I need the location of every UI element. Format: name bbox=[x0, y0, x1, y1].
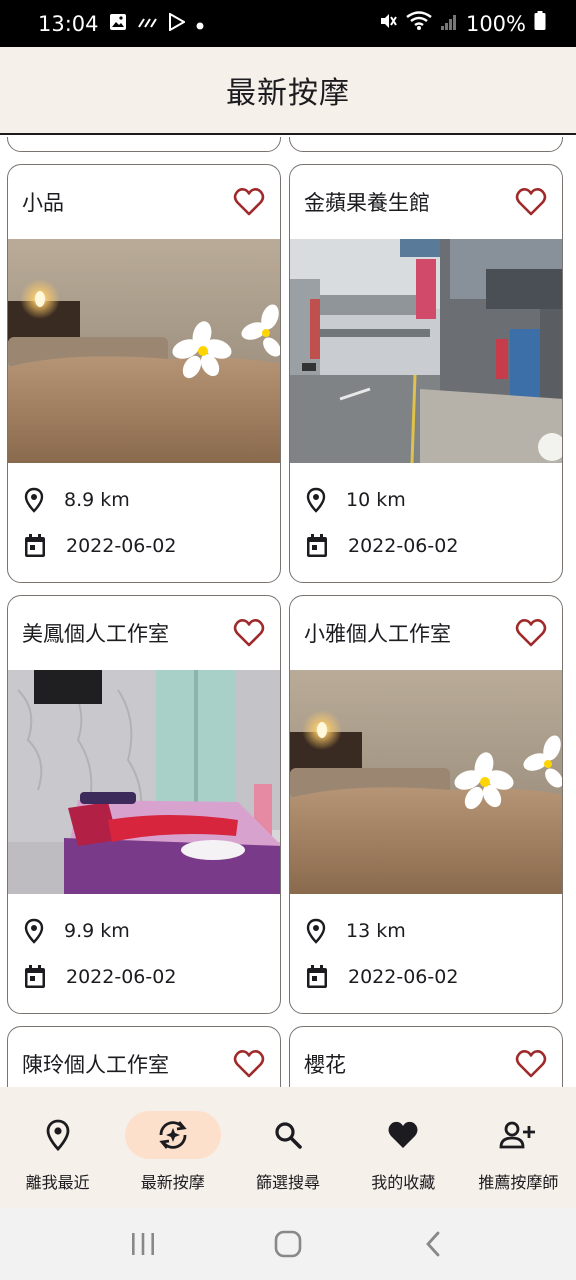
shop-name: 美鳳個人工作室 bbox=[22, 622, 169, 646]
refresh-sparkle-icon bbox=[159, 1121, 187, 1149]
shop-card[interactable]: 金蘋果養生館 10 km 2022-06-02 bbox=[289, 164, 563, 583]
favorite-heart-icon[interactable] bbox=[232, 185, 266, 219]
distance-text: 9.9 km bbox=[64, 920, 130, 942]
location-pin-icon bbox=[24, 487, 44, 513]
shop-card[interactable]: 陳玲個人工作室 bbox=[7, 1026, 281, 1087]
favorite-heart-icon[interactable] bbox=[514, 616, 548, 650]
date-text: 2022-06-02 bbox=[66, 535, 177, 557]
distance-text: 10 km bbox=[346, 489, 406, 511]
battery-icon bbox=[534, 11, 546, 36]
partial-card-top-right[interactable] bbox=[289, 137, 563, 152]
favorite-heart-icon[interactable] bbox=[514, 185, 548, 219]
distance-text: 8.9 km bbox=[64, 489, 130, 511]
shop-name: 小雅個人工作室 bbox=[304, 622, 451, 646]
shop-name: 櫻花 bbox=[304, 1053, 346, 1077]
gallery-icon bbox=[109, 12, 127, 36]
app-bar: 最新按摩 bbox=[0, 47, 576, 135]
date-text: 2022-06-02 bbox=[66, 966, 177, 988]
shop-name: 陳玲個人工作室 bbox=[22, 1053, 169, 1077]
wifi-icon bbox=[406, 11, 432, 36]
nav-item-filter-search[interactable]: 篩選搜尋 bbox=[230, 1087, 345, 1208]
shop-photo-massage-room bbox=[8, 670, 280, 894]
signal-wave-icon bbox=[137, 12, 159, 36]
system-navigation-bar bbox=[0, 1208, 576, 1280]
home-icon[interactable] bbox=[258, 1224, 318, 1264]
shop-name: 金蘋果養生館 bbox=[304, 191, 430, 215]
calendar-icon bbox=[307, 965, 327, 988]
play-store-icon bbox=[168, 11, 186, 36]
shop-card[interactable]: 櫻花 bbox=[289, 1026, 563, 1087]
status-time: 13:04 bbox=[38, 11, 99, 36]
date-text: 2022-06-02 bbox=[348, 966, 459, 988]
massage-list[interactable]: 小品 8.9 km 2022-06-02 金蘋果養生館 10 km 2022-0… bbox=[0, 137, 576, 1087]
calendar-icon bbox=[25, 965, 45, 988]
nav-item-nearby[interactable]: 離我最近 bbox=[0, 1087, 115, 1208]
page-title: 最新按摩 bbox=[226, 76, 350, 111]
dot-icon bbox=[195, 12, 205, 36]
heart-filled-icon bbox=[388, 1121, 418, 1148]
favorite-heart-icon[interactable] bbox=[232, 616, 266, 650]
search-icon bbox=[275, 1122, 302, 1149]
mute-icon bbox=[378, 11, 398, 36]
nav-label: 離我最近 bbox=[25, 1173, 90, 1192]
recent-apps-icon[interactable] bbox=[113, 1224, 173, 1264]
nav-label: 最新按摩 bbox=[140, 1173, 205, 1192]
favorite-heart-icon[interactable] bbox=[514, 1047, 548, 1081]
shop-card[interactable]: 小雅個人工作室 13 km 2022-06-02 bbox=[289, 595, 563, 1014]
favorite-heart-icon[interactable] bbox=[232, 1047, 266, 1081]
shop-photo-spa-candle-flowers bbox=[8, 239, 280, 463]
date-text: 2022-06-02 bbox=[348, 535, 459, 557]
shop-name: 小品 bbox=[22, 191, 64, 215]
distance-text: 13 km bbox=[346, 920, 406, 942]
nav-label: 我的收藏 bbox=[371, 1173, 436, 1192]
location-pin-icon bbox=[24, 918, 44, 944]
person-add-icon bbox=[500, 1121, 536, 1149]
status-bar: 13:04 100% bbox=[0, 0, 576, 47]
nav-label: 篩選搜尋 bbox=[256, 1173, 321, 1192]
location-pin-icon bbox=[306, 487, 326, 513]
shop-card[interactable]: 小品 8.9 km 2022-06-02 bbox=[7, 164, 281, 583]
shop-photo-spa-candle-flowers bbox=[290, 670, 562, 894]
nav-label: 推薦按摩師 bbox=[478, 1173, 559, 1192]
location-pin-icon bbox=[306, 918, 326, 944]
calendar-icon bbox=[25, 534, 45, 557]
partial-card-top-left[interactable] bbox=[7, 137, 281, 152]
back-icon[interactable] bbox=[403, 1224, 463, 1264]
nav-item-recommend-therapist[interactable]: 推薦按摩師 bbox=[461, 1087, 576, 1208]
shop-card[interactable]: 美鳳個人工作室 9.9 km 2022-06-02 bbox=[7, 595, 281, 1014]
shop-photo-street-view bbox=[290, 239, 562, 463]
bottom-navigation: 離我最近 最新按摩 篩選搜尋 我的收藏 推薦按摩師 bbox=[0, 1087, 576, 1208]
calendar-icon bbox=[307, 534, 327, 557]
location-pin-icon bbox=[46, 1119, 69, 1151]
battery-percent: 100% bbox=[465, 11, 526, 36]
cell-signal-icon bbox=[440, 12, 458, 36]
nav-item-latest[interactable]: 最新按摩 bbox=[115, 1087, 230, 1208]
nav-item-favorites[interactable]: 我的收藏 bbox=[346, 1087, 461, 1208]
